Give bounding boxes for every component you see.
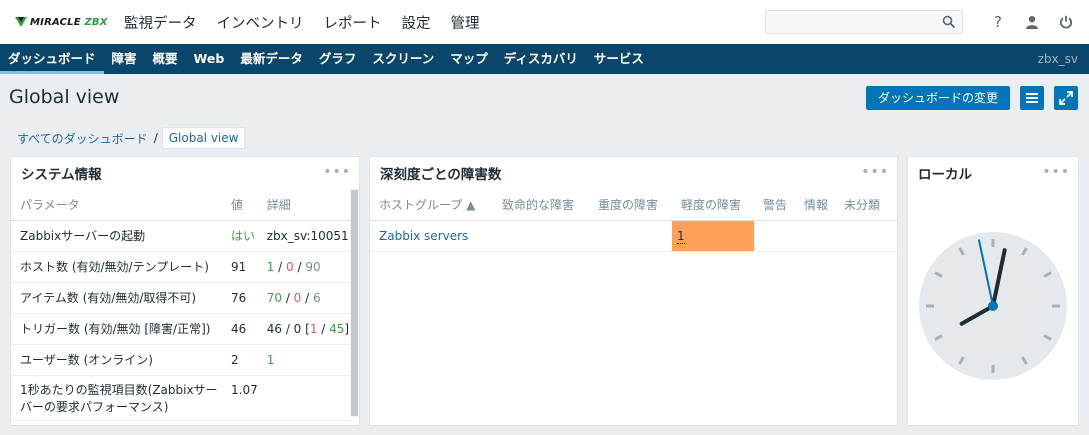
value-cell: 76 — [222, 282, 258, 314]
subnav-web[interactable]: Web — [186, 44, 233, 74]
unclassified-cell — [835, 220, 897, 252]
disaster-cell — [493, 220, 589, 252]
minor-cell[interactable]: 1 — [672, 220, 754, 252]
column-header: 警告 — [754, 189, 795, 221]
param-cell: ホスト数 (有効/無効/テンプレート) — [11, 251, 222, 283]
subnav-discovery[interactable]: ディスカバリ — [496, 44, 586, 74]
param-cell: Zabbixサーバーの起動 — [11, 220, 222, 252]
param-cell: ユーザー数 (オンライン) — [11, 344, 222, 376]
breadcrumb: すべてのダッシュボード / Global view — [17, 127, 246, 149]
top-menu-reports[interactable]: レポート — [324, 12, 382, 33]
widget-menu-icon[interactable]: ••• — [1042, 164, 1070, 180]
subnav-maps[interactable]: マップ — [442, 44, 496, 74]
scrollbar[interactable] — [350, 189, 359, 417]
high-cell — [589, 220, 672, 252]
subnav-services[interactable]: サービス — [586, 44, 652, 74]
search-input[interactable] — [765, 10, 963, 34]
info-cell — [795, 220, 835, 252]
clock-center — [988, 301, 998, 311]
table-row: ユーザー数 (オンライン) 2 1 — [11, 344, 352, 376]
breadcrumb-all-dashboards[interactable]: すべてのダッシュボード — [17, 130, 148, 147]
column-header: 詳細 — [257, 189, 352, 221]
column-header: パラメータ — [11, 189, 222, 221]
subnav-graphs[interactable]: グラフ — [311, 44, 365, 74]
host-group-link[interactable]: Zabbix servers — [370, 220, 493, 252]
param-cell: アイテム数 (有効/無効/取得不可) — [11, 282, 222, 314]
subnav-overview[interactable]: 概要 — [145, 44, 186, 74]
breadcrumb-current[interactable]: Global view — [161, 127, 246, 149]
fullscreen-icon — [1059, 91, 1073, 105]
top-menu: 監視データ インベントリ レポート 設定 管理 — [124, 0, 500, 44]
subnav-problems[interactable]: 障害 — [104, 44, 145, 74]
clock-widget: ローカル ••• — [907, 156, 1079, 426]
value-cell: 2 — [222, 344, 258, 376]
top-menu-inventory[interactable]: インベントリ — [217, 12, 304, 33]
table-row: トリガー数 (有効/無効 [障害/正常]) 46 46 / 0 [1 / 45] — [11, 313, 352, 345]
widget-title: 深刻度ごとの障害数 — [380, 167, 502, 183]
page-title: Global view — [9, 86, 120, 108]
table-row: Zabbix servers 1 — [370, 220, 897, 252]
logo[interactable]: MIRACLE ZBX — [0, 0, 108, 44]
widget-menu-icon[interactable]: ••• — [323, 164, 351, 180]
top-bar: MIRACLE ZBX 監視データ インベントリ レポート 設定 管理 ? — [0, 0, 1089, 44]
dashboard-menu-button[interactable] — [1020, 86, 1044, 110]
value-cell: はい — [222, 220, 258, 252]
detail-cell: zbx_sv:10051 — [257, 220, 352, 252]
widget-menu-icon[interactable]: ••• — [861, 164, 889, 180]
logo-text: MIRACLE ZBX — [30, 16, 108, 28]
subnav-screens[interactable]: スクリーン — [364, 44, 442, 74]
column-header: 軽度の障害 — [672, 189, 754, 221]
server-name: zbx_sv — [1037, 52, 1078, 66]
table-row: アイテム数 (有効/無効/取得不可) 76 70 / 0 / 6 — [11, 282, 352, 314]
subnav-dashboard[interactable]: ダッシュボード — [0, 44, 104, 74]
table-header: パラメータ 値 詳細 — [11, 189, 352, 221]
fullscreen-button[interactable] — [1054, 86, 1078, 110]
table-row: 1秒あたりの監視項目数(Zabbixサー バーの要求パフォーマンス) 1.07 — [11, 375, 352, 421]
system-info-table: パラメータ 値 詳細 Zabbixサーバーの起動 はい zbx_sv:10051… — [11, 189, 352, 421]
value-cell: 46 — [222, 313, 258, 345]
logo-mark-icon — [15, 17, 27, 27]
problems-table: ホストグループ ▲ 致命的な障害 重度の障害 軽度の障害 警告 情報 未分類 Z… — [370, 189, 897, 252]
detail-cell: 1 — [257, 344, 352, 376]
table-header: ホストグループ ▲ 致命的な障害 重度の障害 軽度の障害 警告 情報 未分類 — [370, 189, 897, 221]
widget-title: システム情報 — [21, 167, 102, 183]
user-icon[interactable] — [1022, 12, 1042, 32]
warning-cell — [754, 220, 795, 252]
column-header-host-group[interactable]: ホストグループ ▲ — [370, 189, 493, 221]
param-cell: 1秒あたりの監視項目数(Zabbixサー バーの要求パフォーマンス) — [11, 375, 222, 421]
column-header: 致命的な障害 — [493, 189, 589, 221]
detail-cell — [257, 375, 352, 421]
column-header: 重度の障害 — [589, 189, 672, 221]
value-cell: 1.07 — [222, 375, 258, 421]
subnav-latest-data[interactable]: 最新データ — [232, 44, 311, 74]
table-row: Zabbixサーバーの起動 はい zbx_sv:10051 — [11, 220, 352, 252]
detail-cell: 1 / 0 / 90 — [257, 251, 352, 283]
top-menu-administration[interactable]: 管理 — [451, 12, 480, 33]
table-row: ホスト数 (有効/無効/テンプレート) 91 1 / 0 / 90 — [11, 251, 352, 283]
system-info-widget: システム情報 ••• パラメータ 値 詳細 Zabbixサーバーの起動 はい z… — [10, 156, 360, 426]
problems-by-severity-widget: 深刻度ごとの障害数 ••• ホストグループ ▲ 致命的な障害 重度の障害 軽度の… — [369, 156, 898, 426]
value-cell: 91 — [222, 251, 258, 283]
column-header: 未分類 — [835, 189, 897, 221]
param-cell: トリガー数 (有効/無効 [障害/正常]) — [11, 313, 222, 345]
search-icon[interactable] — [942, 15, 956, 29]
column-header: 情報 — [795, 189, 835, 221]
sub-nav: ダッシュボード 障害 概要 Web 最新データ グラフ スクリーン マップ ディ… — [0, 44, 1089, 74]
detail-cell: 70 / 0 / 6 — [257, 282, 352, 314]
power-icon[interactable] — [1056, 12, 1076, 32]
top-menu-configuration[interactable]: 設定 — [402, 12, 431, 33]
analog-clock — [919, 232, 1067, 380]
help-icon[interactable]: ? — [988, 12, 1008, 32]
edit-dashboard-button[interactable]: ダッシュボードの変更 — [866, 86, 1010, 110]
menu-icon — [1026, 93, 1038, 103]
scrollbar-thumb[interactable] — [351, 190, 358, 416]
breadcrumb-separator: / — [153, 131, 158, 145]
column-header: 値 — [222, 189, 258, 221]
top-menu-monitoring[interactable]: 監視データ — [124, 12, 197, 33]
detail-cell: 46 / 0 [1 / 45] — [257, 313, 352, 345]
